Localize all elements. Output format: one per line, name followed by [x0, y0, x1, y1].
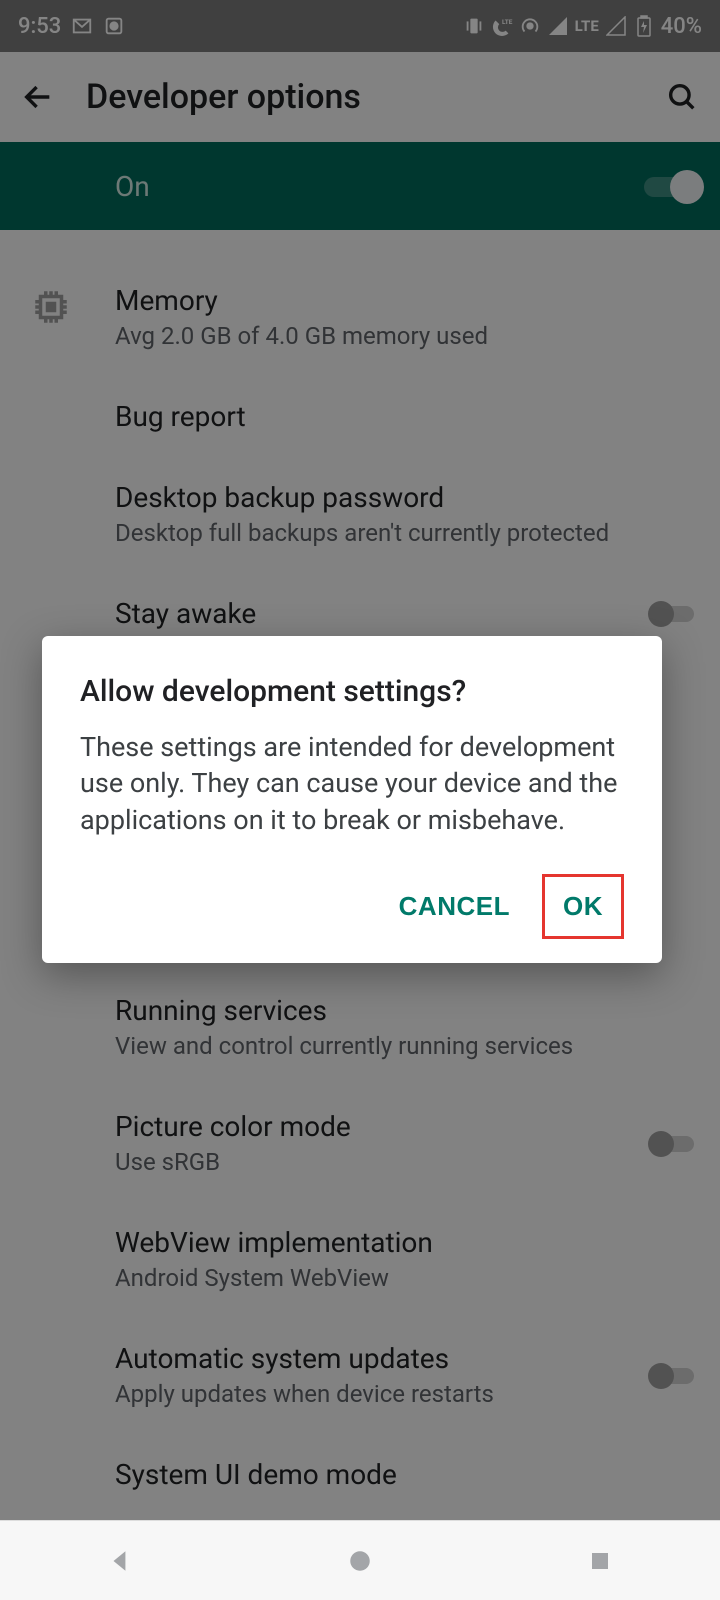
- nav-recent-button[interactable]: [580, 1541, 620, 1581]
- navigation-bar: [0, 1520, 720, 1600]
- ok-button[interactable]: OK: [545, 877, 621, 936]
- ok-highlight: OK: [542, 874, 624, 939]
- dialog-body: These settings are intended for developm…: [80, 729, 624, 838]
- nav-home-button[interactable]: [340, 1541, 380, 1581]
- dialog-title: Allow development settings?: [80, 674, 624, 709]
- dev-settings-dialog: Allow development settings? These settin…: [42, 636, 662, 963]
- nav-back-button[interactable]: [100, 1541, 140, 1581]
- cancel-button[interactable]: CANCEL: [381, 877, 528, 936]
